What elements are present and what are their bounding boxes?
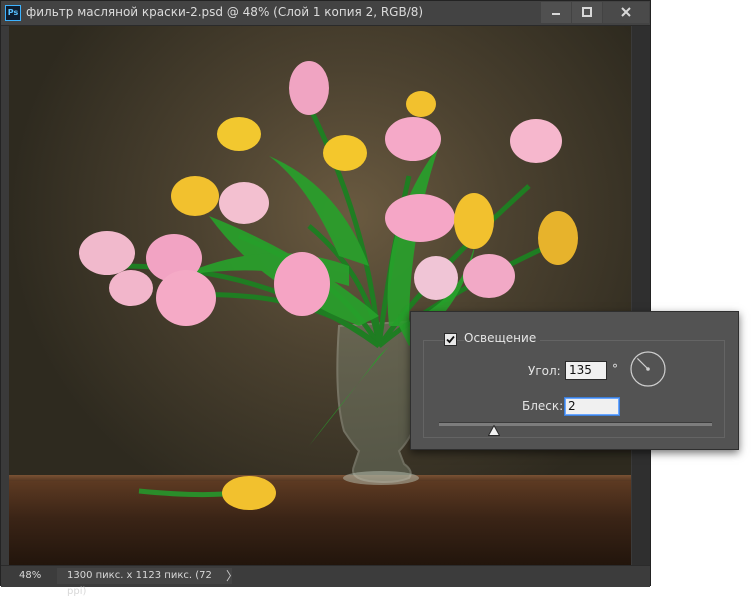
gloss-slider-track[interactable] (439, 422, 712, 426)
maximize-icon (582, 7, 592, 17)
close-icon (621, 7, 631, 17)
status-menu-arrow-icon[interactable]: 〉 (225, 567, 239, 585)
degree-symbol: ° (612, 362, 618, 376)
title-bar[interactable]: Ps фильтр масляной краски-2.psd @ 48% (С… (1, 1, 650, 26)
document-window: Ps фильтр масляной краски-2.psd @ 48% (С… (0, 0, 651, 597)
document-info[interactable]: 1300 пикс. x 1123 пикс. (72 ppi) (57, 568, 232, 597)
document-title: фильтр масляной краски-2.psd @ 48% (Слой… (26, 5, 424, 19)
tulip-painting (79, 61, 578, 510)
gloss-label: Блеск: (522, 399, 564, 413)
lighting-checkbox[interactable] (444, 333, 457, 346)
checkmark-icon (446, 335, 455, 344)
status-bar: 48% 1300 пикс. x 1123 пикс. (72 ppi) 〉 (1, 565, 650, 597)
gloss-slider-thumb[interactable] (487, 425, 500, 436)
minimize-icon (552, 13, 560, 15)
lighting-panel: Освещение Угол: 135 ° Блеск: 2 (410, 311, 739, 450)
close-button[interactable] (603, 2, 649, 23)
minimize-button[interactable] (541, 2, 571, 23)
gloss-input[interactable]: 2 (564, 397, 620, 416)
lighting-checkbox-label[interactable]: Освещение (464, 331, 541, 345)
photoshop-app-icon: Ps (5, 5, 21, 21)
angle-dial-needle (636, 357, 649, 370)
zoom-level[interactable]: 48% (5, 568, 51, 584)
vertical-scrollbar[interactable] (632, 26, 650, 565)
angle-label: Угол: (528, 364, 561, 378)
image-canvas[interactable] (9, 26, 631, 565)
maximize-button[interactable] (572, 2, 602, 23)
angle-dial[interactable] (629, 350, 667, 388)
angle-input[interactable]: 135 (565, 361, 607, 380)
